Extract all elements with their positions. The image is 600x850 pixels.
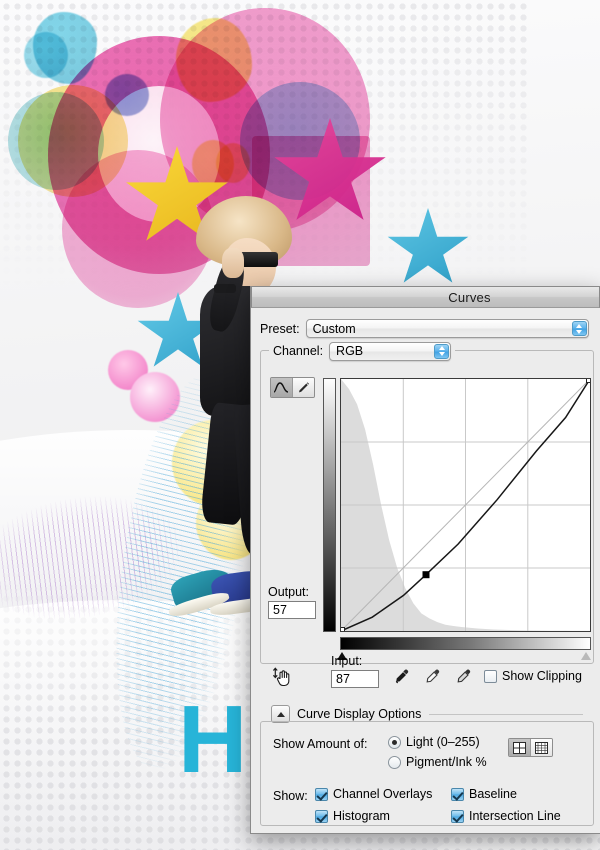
intersection-line-label: Intersection Line [469, 809, 561, 823]
blob-yellow-mid2 [216, 143, 250, 183]
curves-dialog[interactable]: Curves Preset: Custom Channel: RGB Outpu… [250, 286, 600, 834]
show-label: Show: [273, 789, 308, 803]
light-radio-label: Light (0–255) [406, 735, 480, 749]
grid-tenths-button-icon[interactable] [530, 739, 552, 756]
chevron-updown-icon[interactable] [434, 343, 450, 359]
channel-overlays-row[interactable]: Channel Overlays [315, 787, 432, 801]
baseline-row[interactable]: Baseline [451, 787, 517, 801]
artwork-letter-h: H [178, 686, 247, 793]
channel-overlays-checkbox[interactable] [315, 787, 328, 801]
show-clipping-row[interactable]: Show Clipping [484, 669, 582, 683]
grid-quarters-button-icon[interactable] [509, 739, 530, 756]
baseline-label: Baseline [469, 787, 517, 801]
pigment-radio-row[interactable]: Pigment/Ink % [388, 755, 487, 769]
channel-label: Channel: [273, 344, 324, 358]
chevron-updown-icon[interactable] [571, 321, 587, 336]
circle-magenta-bottom [62, 150, 214, 308]
section-divider [429, 713, 583, 715]
pencil-tool-icon[interactable] [292, 378, 314, 397]
pigment-ink-radio[interactable] [388, 755, 401, 769]
channel-row: Channel: RGB [269, 341, 456, 361]
on-image-adjustment-tool-icon[interactable] [270, 666, 292, 691]
channel-overlays-label: Channel Overlays [333, 787, 433, 801]
curve-tool-group[interactable] [270, 377, 315, 398]
blob-yellow-right [176, 18, 252, 102]
histogram-row[interactable]: Histogram [315, 809, 390, 823]
show-clipping-label: Show Clipping [502, 669, 582, 683]
output-field[interactable]: 57 [268, 601, 316, 619]
light-radio-row[interactable]: Light (0–255) [388, 735, 480, 749]
input-label: Input: [331, 654, 363, 668]
show-clipping-checkbox[interactable] [484, 669, 497, 683]
output-label: Output: [268, 585, 309, 599]
gray-point-eyedropper-icon[interactable] [423, 668, 442, 687]
dialog-title: Curves [448, 289, 491, 305]
black-point-eyedropper-icon[interactable] [392, 668, 411, 687]
person-hand [222, 248, 244, 278]
intersection-line-row[interactable]: Intersection Line [451, 809, 561, 823]
histogram-label: Histogram [333, 809, 390, 823]
blob-cyan-lobe [24, 32, 68, 78]
curve-display-options-label: Curve Display Options [297, 707, 422, 721]
output-group: Output: 57 [268, 585, 316, 619]
pigment-ink-radio-label: Pigment/Ink % [406, 755, 487, 769]
input-group: Input: 87 [331, 654, 379, 688]
dialog-titlebar[interactable]: Curves [251, 286, 600, 308]
channel-dropdown[interactable]: RGB [329, 341, 452, 361]
preset-row: Preset: Custom [260, 319, 592, 338]
input-field[interactable]: 87 [331, 670, 379, 688]
preset-label: Preset: [260, 321, 300, 336]
channel-value: RGB [336, 344, 364, 358]
eyedropper-group[interactable] [392, 668, 473, 687]
show-amount-of-label: Show Amount of: [273, 737, 368, 751]
grid-density-buttons[interactable] [508, 738, 553, 757]
histogram-checkbox[interactable] [315, 809, 328, 823]
light-radio[interactable] [388, 735, 401, 749]
preset-dropdown[interactable]: Custom [305, 319, 589, 338]
white-point-eyedropper-icon[interactable] [454, 668, 473, 687]
intersection-line-checkbox[interactable] [451, 809, 464, 823]
person-watch [214, 284, 236, 293]
preset-value: Custom [312, 321, 356, 336]
curve-tool-icon[interactable] [271, 378, 292, 397]
baseline-checkbox[interactable] [451, 787, 464, 801]
